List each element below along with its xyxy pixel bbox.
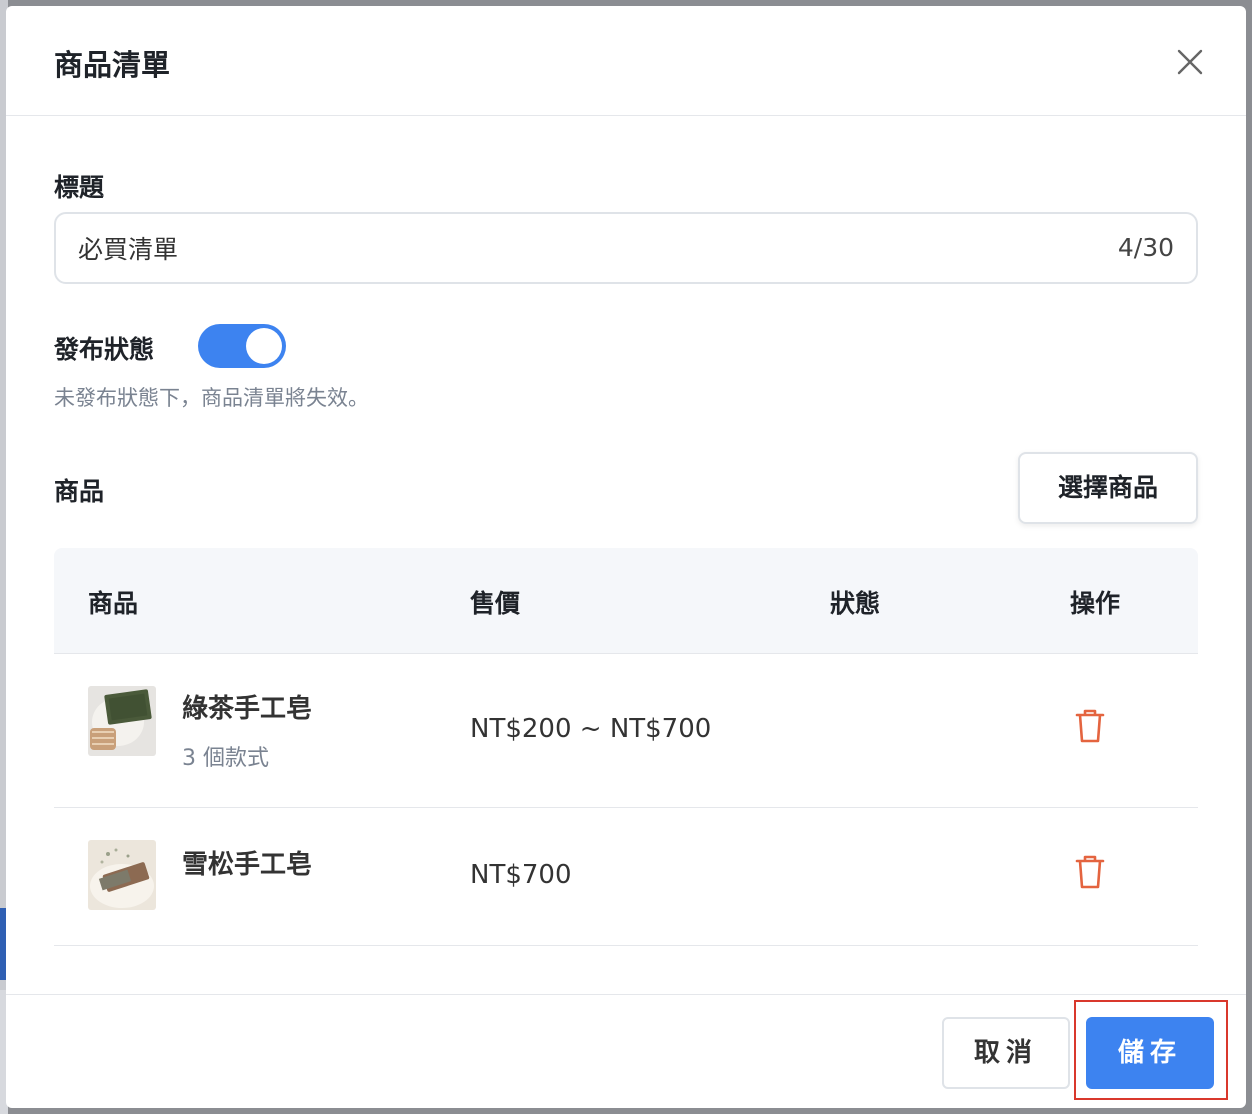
- column-header-status: 狀態: [830, 589, 881, 618]
- table-header: 商品 售價 狀態 操作: [54, 548, 1198, 654]
- column-header-price: 售價: [470, 589, 521, 618]
- column-header-actions: 操作: [1070, 589, 1121, 618]
- product-variants: 3 個款式: [182, 746, 269, 771]
- title-field[interactable]: 4/30: [54, 212, 1198, 284]
- cancel-button[interactable]: 取消: [942, 1017, 1070, 1089]
- trash-icon[interactable]: [1070, 852, 1110, 892]
- product-name: 雪松手工皂: [182, 850, 313, 880]
- modal-footer: 取消 儲存: [6, 994, 1246, 1108]
- table-row: 綠茶手工皂 3 個款式 NT$200 ~ NT$700: [54, 654, 1198, 808]
- select-products-button[interactable]: 選擇商品: [1018, 452, 1198, 524]
- product-price: NT$700: [470, 860, 572, 890]
- close-icon[interactable]: [1174, 46, 1206, 78]
- save-button[interactable]: 儲存: [1086, 1017, 1214, 1089]
- products-label: 商品: [54, 477, 105, 506]
- column-header-product: 商品: [88, 589, 139, 618]
- product-thumbnail: [88, 686, 156, 756]
- modal-header: 商品清單: [6, 6, 1246, 116]
- title-input[interactable]: [78, 214, 1038, 282]
- table-row: 雪松手工皂 NT$700: [54, 808, 1198, 946]
- publish-status-toggle[interactable]: [198, 324, 286, 368]
- products-table: 商品 售價 狀態 操作 綠茶手工皂 3 個款式 NT$200 ~ NT$700: [54, 548, 1198, 946]
- publish-status-label: 發布狀態: [54, 335, 155, 364]
- product-thumbnail: [88, 840, 156, 910]
- trash-icon[interactable]: [1070, 706, 1110, 746]
- product-price: NT$200 ~ NT$700: [470, 714, 712, 744]
- publish-status-hint: 未發布狀態下，商品清單將失效。: [54, 386, 369, 410]
- title-char-count: 4/30: [1117, 233, 1174, 262]
- toggle-knob: [246, 328, 282, 364]
- product-name: 綠茶手工皂: [182, 694, 313, 724]
- title-label: 標題: [54, 173, 105, 202]
- product-list-modal: 商品清單 標題 4/30 發布狀態 未發布狀態下，商品清單將失效。 商品 選擇商…: [6, 6, 1246, 1108]
- modal-title: 商品清單: [54, 48, 171, 82]
